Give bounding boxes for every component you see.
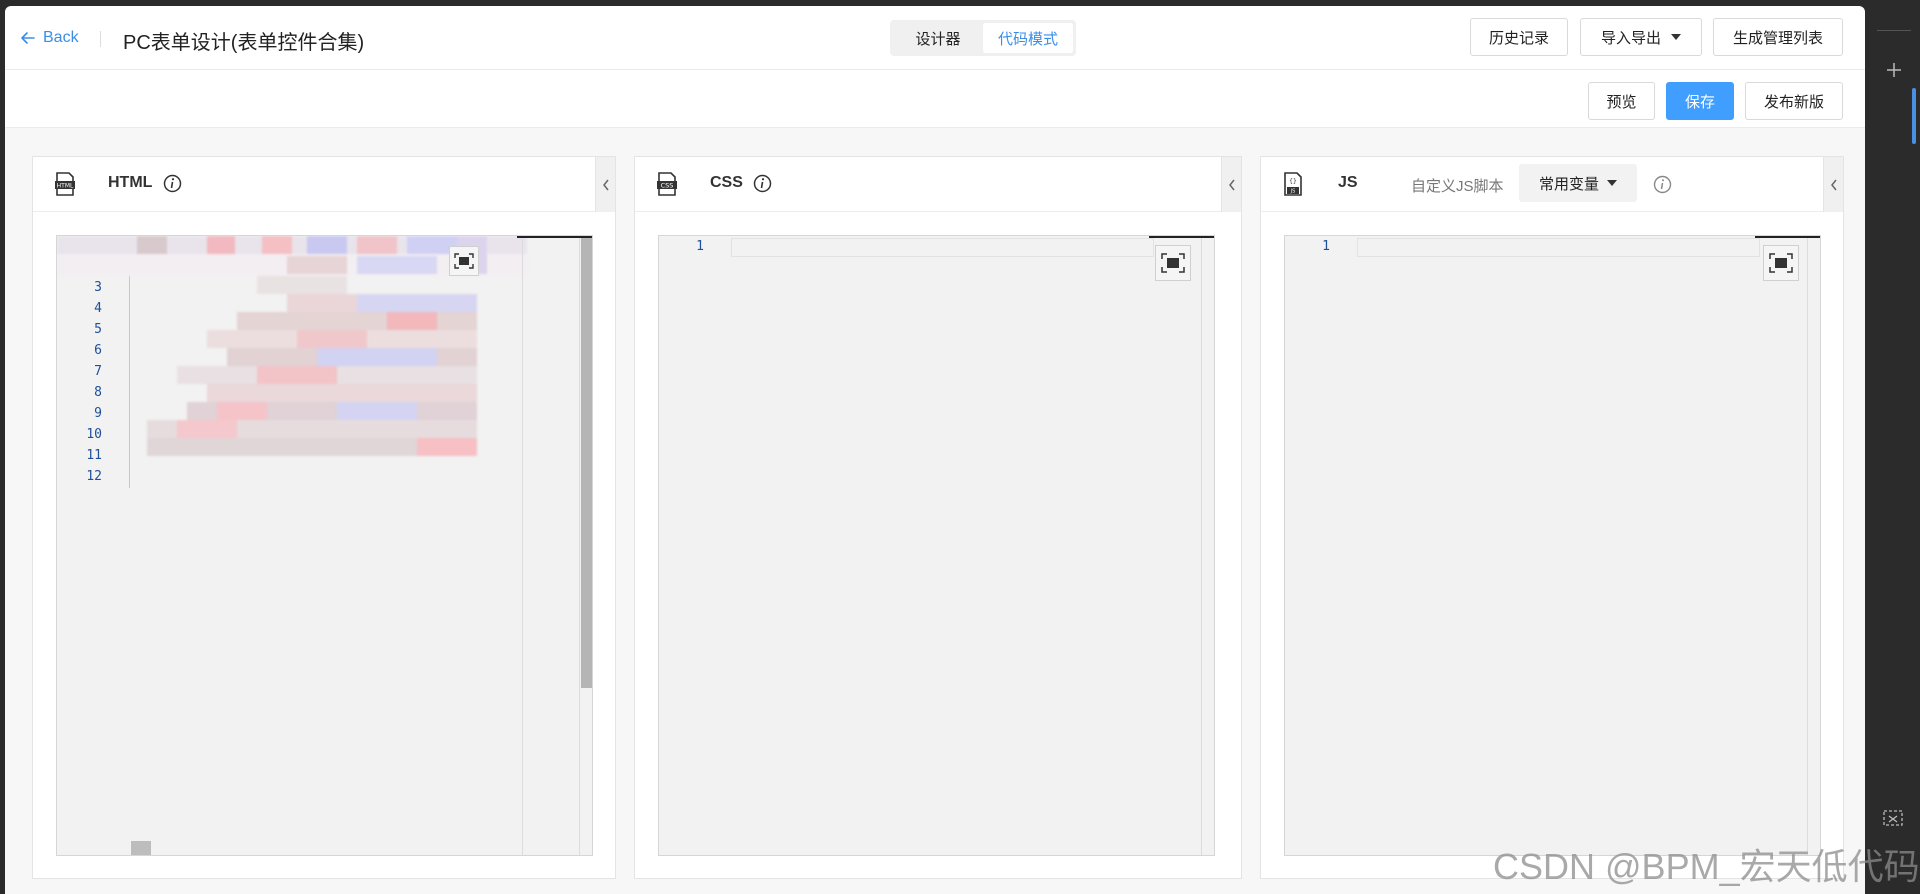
horizontal-scroll-thumb[interactable]: [131, 841, 151, 855]
line-number: 1: [1322, 239, 1330, 254]
active-line-highlight: [731, 238, 1154, 257]
css-panel: CSS CSS 1: [634, 156, 1242, 879]
page-title: PC表单设计(表单控件合集): [123, 32, 365, 54]
editor-top-border: [1755, 236, 1820, 238]
html-panel-header: HTML HTML: [33, 157, 615, 212]
top-header: Back PC表单设计(表单控件合集) 设计器 代码模式 历史记录 导入导出 生…: [5, 6, 1865, 70]
history-button[interactable]: 历史记录: [1470, 18, 1568, 56]
code-editors-area: HTML HTML 3 4 5 6 7 8 9 10 11 12 CSS CSS…: [5, 128, 1865, 894]
svg-text:CSS: CSS: [661, 182, 674, 190]
css-panel-label: CSS: [710, 174, 743, 191]
header-divider: [100, 31, 101, 47]
js-vertical-scrollbar[interactable]: [1807, 236, 1820, 855]
generate-list-button[interactable]: 生成管理列表: [1713, 18, 1843, 56]
html-code-editor[interactable]: 3 4 5 6 7 8 9 10 11 12: [56, 235, 593, 856]
js-panel-header: {} JS JS 自定义JS脚本 常用变量: [1261, 157, 1843, 212]
custom-js-script-label: 自定义JS脚本: [1411, 178, 1504, 195]
strip-scroll-indicator: [1912, 88, 1916, 144]
editor-ruler: [522, 236, 523, 855]
js-panel-label: JS: [1338, 174, 1358, 191]
publish-button[interactable]: 发布新版: [1745, 82, 1843, 120]
info-circle-icon[interactable]: [753, 174, 772, 193]
history-button-label: 历史记录: [1488, 29, 1549, 47]
collapse-js-button[interactable]: [1823, 157, 1843, 212]
chevron-left-icon: [1830, 179, 1837, 190]
common-variables-dropdown[interactable]: 常用变量: [1519, 164, 1637, 202]
html-panel-label: HTML: [108, 174, 153, 191]
form-designer-window: Back PC表单设计(表单控件合集) 设计器 代码模式 历史记录 导入导出 生…: [5, 6, 1865, 894]
side-strip: [1865, 0, 1920, 894]
css-panel-header: CSS CSS: [635, 157, 1241, 212]
common-variables-label: 常用变量: [1538, 175, 1599, 193]
css-fullscreen-button[interactable]: [1155, 245, 1191, 281]
fullscreen-icon: [454, 253, 474, 269]
preview-button[interactable]: 预览: [1588, 82, 1655, 120]
html-vertical-scrollbar[interactable]: [579, 236, 592, 855]
collapse-html-button[interactable]: [595, 157, 615, 212]
import-export-button[interactable]: 导入导出: [1580, 18, 1702, 56]
svg-text:{}: {}: [1289, 178, 1297, 185]
css-code-editor[interactable]: 1: [658, 235, 1215, 856]
generate-list-label: 生成管理列表: [1732, 29, 1823, 47]
html-file-icon: HTML: [55, 172, 75, 196]
arrow-left-icon: [21, 32, 35, 44]
caret-down-icon: [1607, 180, 1617, 186]
js-code-editor[interactable]: 1: [1284, 235, 1821, 856]
plus-icon[interactable]: [1886, 62, 1902, 78]
fullscreen-icon: [1161, 253, 1185, 273]
svg-text:HTML: HTML: [57, 183, 74, 190]
info-circle-icon[interactable]: [163, 174, 182, 193]
mode-switch: 设计器 代码模式: [890, 20, 1076, 56]
strip-divider: [1877, 30, 1911, 31]
tab-code-mode[interactable]: 代码模式: [983, 23, 1073, 53]
js-fullscreen-button[interactable]: [1763, 245, 1799, 281]
chevron-left-icon: [602, 179, 609, 190]
info-circle-icon[interactable]: [1653, 175, 1672, 194]
editor-top-border: [1149, 236, 1214, 238]
editor-top-border: [517, 236, 592, 238]
import-export-label: 导入导出: [1600, 29, 1661, 47]
html-scroll-thumb[interactable]: [581, 236, 592, 688]
tab-designer[interactable]: 设计器: [893, 23, 983, 53]
caret-down-icon: [1671, 34, 1681, 40]
js-file-icon: {} JS: [1284, 172, 1302, 196]
screenshot-icon[interactable]: [1883, 810, 1903, 828]
svg-text:JS: JS: [1290, 189, 1296, 195]
back-button[interactable]: Back: [19, 26, 79, 50]
watermark-text: CSDN @BPM_宏天低代码: [1493, 846, 1920, 887]
line-number: 1: [696, 239, 704, 254]
chevron-left-icon: [1228, 179, 1235, 190]
css-file-icon: CSS: [657, 172, 677, 196]
html-panel: HTML HTML 3 4 5 6 7 8 9 10 11 12: [32, 156, 616, 879]
js-panel: {} JS JS 自定义JS脚本 常用变量 1: [1260, 156, 1844, 879]
collapse-css-button[interactable]: [1221, 157, 1241, 212]
html-fullscreen-button[interactable]: [449, 246, 479, 276]
css-vertical-scrollbar[interactable]: [1201, 236, 1214, 855]
action-toolbar: 预览 保存 发布新版: [5, 70, 1865, 128]
back-label: Back: [43, 29, 79, 46]
fullscreen-icon: [1769, 253, 1793, 273]
active-line-highlight: [1357, 238, 1760, 257]
save-button[interactable]: 保存: [1666, 82, 1734, 120]
